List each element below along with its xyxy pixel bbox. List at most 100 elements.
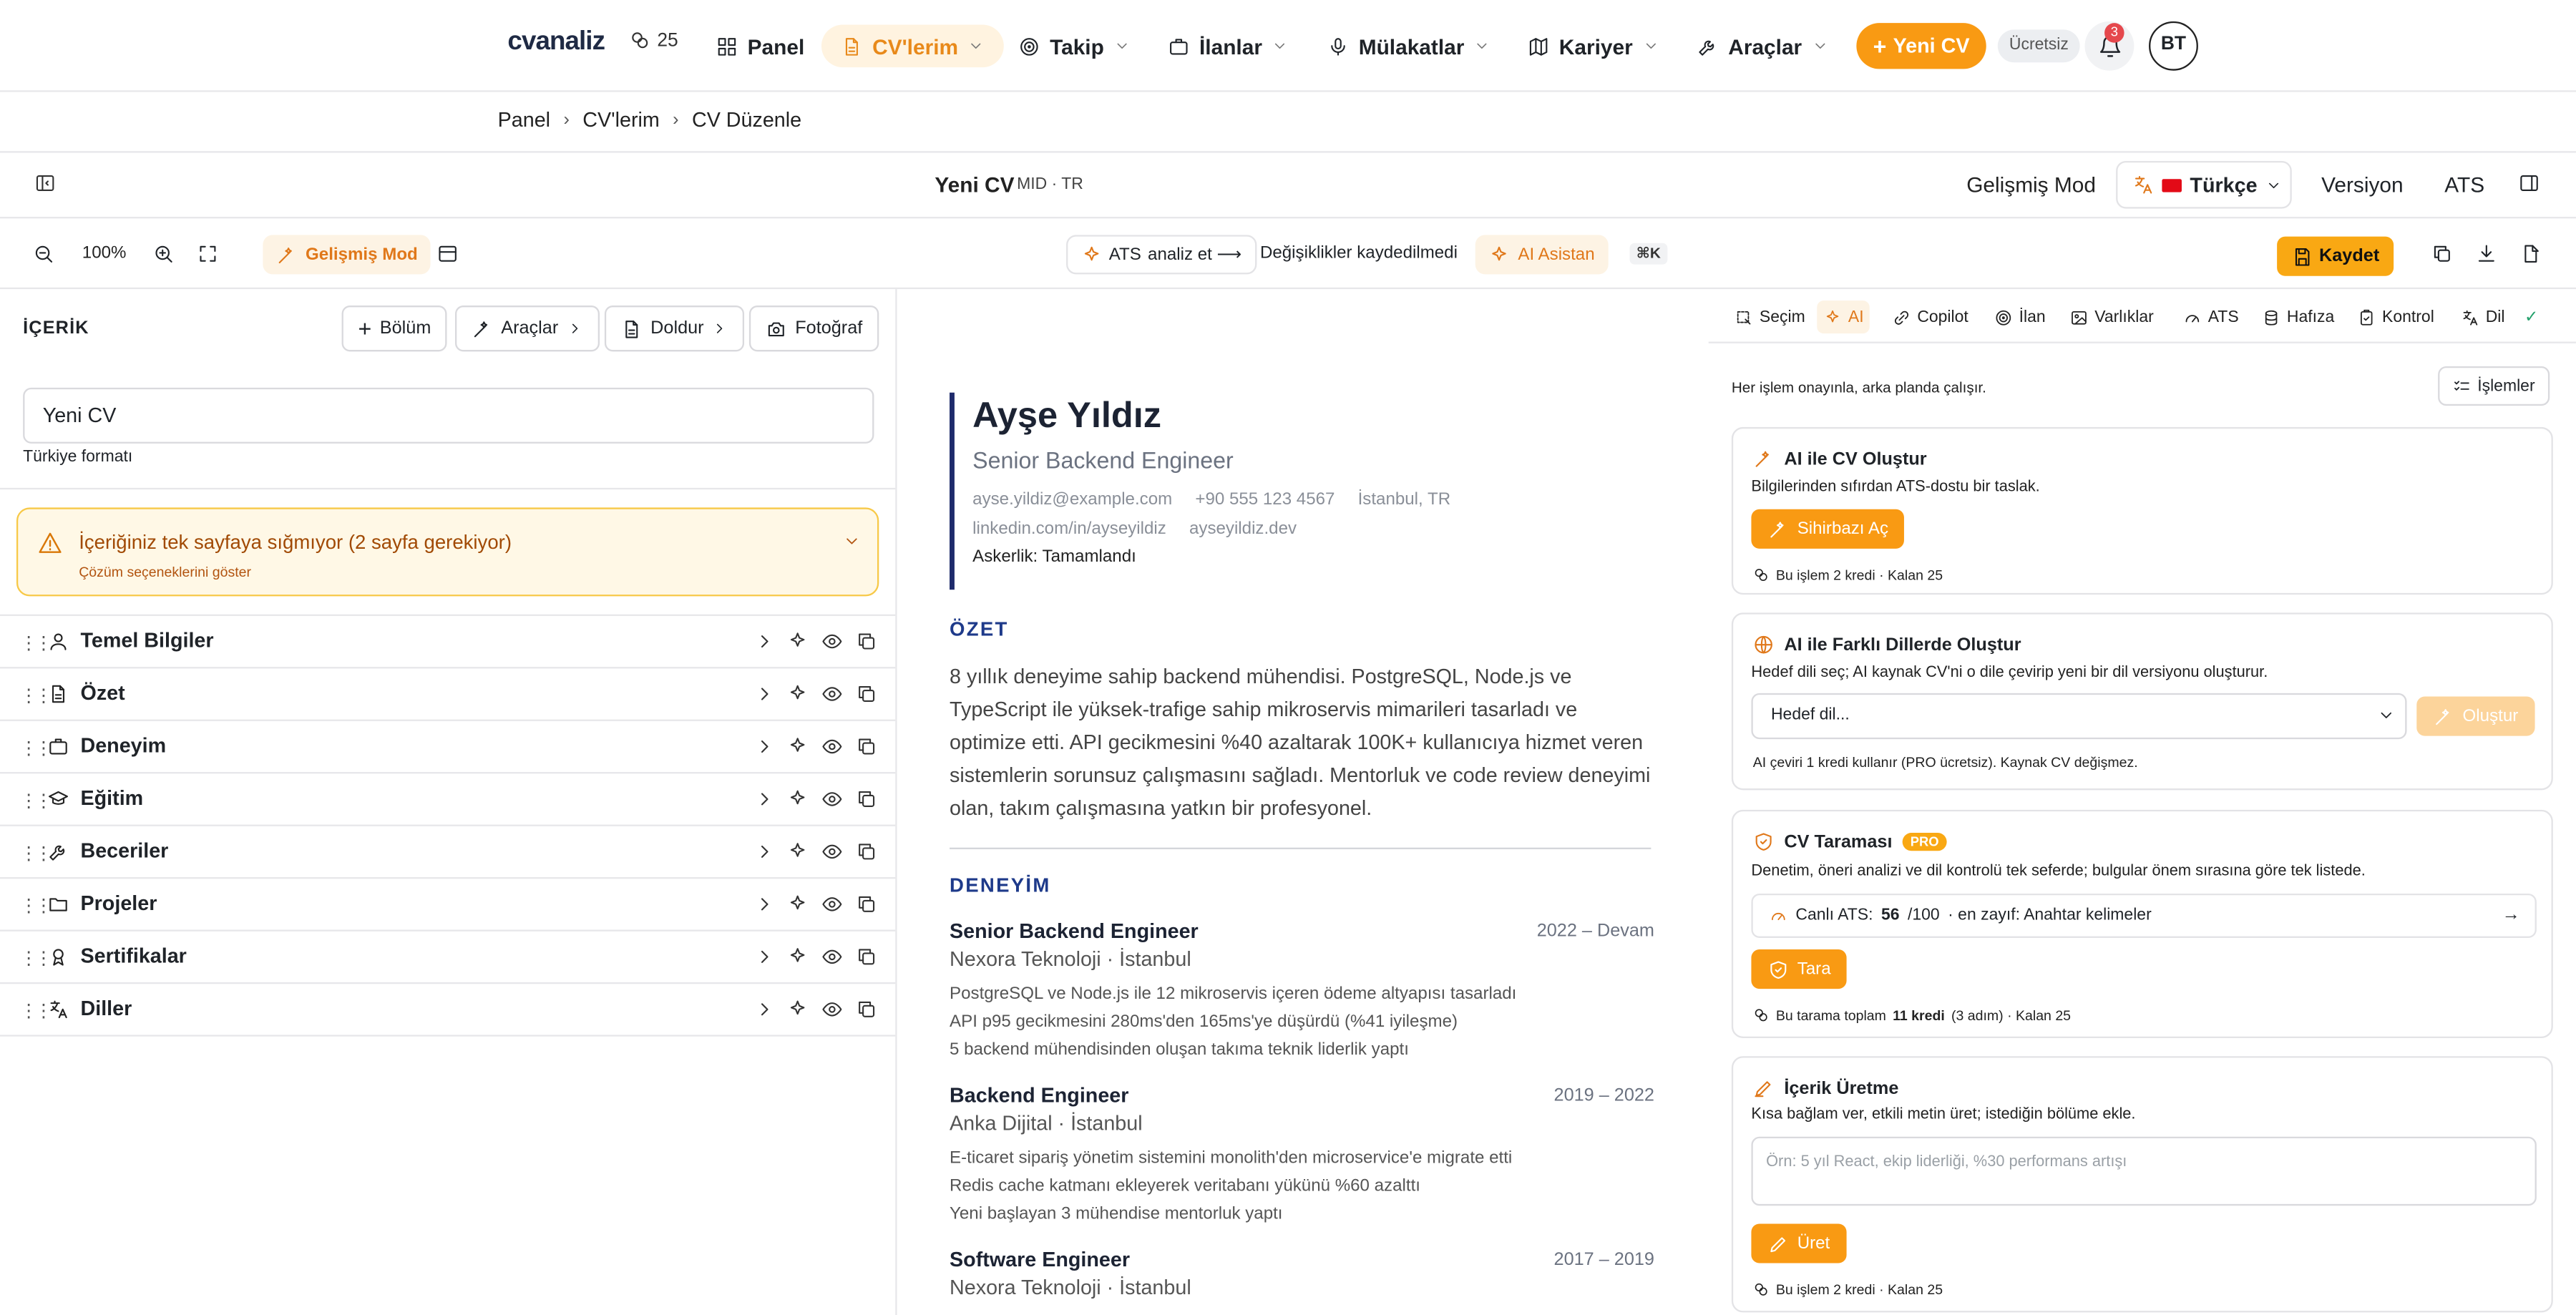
duplicate-icon[interactable] <box>856 946 877 967</box>
eye-icon[interactable] <box>821 841 843 863</box>
context-textarea[interactable]: Örn: 5 yıl React, ekip liderliği, %30 pe… <box>1751 1136 2537 1206</box>
breadcrumb-cvlerim[interactable]: CV'lerim <box>582 109 660 132</box>
drag-handle-icon[interactable]: ⋮⋮ <box>20 895 53 917</box>
duplicate-icon[interactable] <box>856 894 877 915</box>
target-language-select[interactable]: Hedef dil... <box>1751 693 2407 740</box>
section-deneyim[interactable]: ⋮⋮ Deneyim <box>0 719 896 772</box>
tab-kontrol[interactable]: Kontrol <box>2351 300 2441 333</box>
export-icon[interactable] <box>2520 243 2542 265</box>
sparkles-icon[interactable] <box>787 683 809 705</box>
download-icon[interactable] <box>2476 243 2497 265</box>
zoom-out-icon[interactable] <box>33 243 54 265</box>
sparkles-icon[interactable] <box>787 788 809 810</box>
fill-button[interactable]: Doldur <box>604 305 745 352</box>
warning-solutions-link[interactable]: Çözüm seçeneklerini göster <box>79 563 251 580</box>
tab-ilan[interactable]: İlan <box>1988 300 2052 333</box>
logo[interactable]: cvanaliz <box>507 28 605 57</box>
drag-handle-icon[interactable]: ⋮⋮ <box>20 632 53 654</box>
fullscreen-icon[interactable] <box>197 243 219 265</box>
advanced-mode-toggle[interactable]: Gelişmiş Mod <box>1966 172 2096 197</box>
language-select[interactable]: Türkçe <box>2116 160 2292 209</box>
nav-kariyer[interactable]: Kariyer <box>1528 24 1659 67</box>
chevron-right-icon[interactable] <box>754 631 776 652</box>
duplicate-icon[interactable] <box>856 788 877 810</box>
section-diller[interactable]: ⋮⋮ Diller <box>0 982 896 1037</box>
section-temel-bilgiler[interactable]: ⋮⋮ Temel Bilgiler <box>0 614 896 667</box>
ats-button[interactable]: ATS <box>2444 172 2484 197</box>
chevron-right-icon[interactable] <box>754 683 776 705</box>
translate-create-button[interactable]: Oluştur <box>2416 696 2535 736</box>
chevron-right-icon[interactable] <box>754 788 776 810</box>
eye-icon[interactable] <box>821 946 843 967</box>
tab-varliklar[interactable]: Varlıklar <box>2064 300 2160 333</box>
eye-icon[interactable] <box>821 894 843 915</box>
chevron-right-icon[interactable] <box>754 894 776 915</box>
nav-araclar[interactable]: Araçlar <box>1697 24 1828 67</box>
wizard-button[interactable]: Sihirbazı Aç <box>1751 509 1905 549</box>
eye-icon[interactable] <box>821 999 843 1020</box>
cv-preview[interactable]: Ayşe Yıldız Senior Backend Engineer ayse… <box>897 289 1709 1315</box>
ats-analyze-button[interactable]: ATS analiz et ⟶ <box>1066 235 1257 275</box>
chevron-right-icon[interactable] <box>754 841 776 863</box>
tab-hafiza[interactable]: Hafıza <box>2255 300 2341 333</box>
drag-handle-icon[interactable]: ⋮⋮ <box>20 1000 53 1022</box>
duplicate-icon[interactable] <box>856 683 877 705</box>
drag-handle-icon[interactable]: ⋮⋮ <box>20 948 53 969</box>
add-section-button[interactable]: + Bölüm <box>341 305 448 352</box>
drag-handle-icon[interactable]: ⋮⋮ <box>20 790 53 812</box>
section-projeler[interactable]: ⋮⋮ Projeler <box>0 877 896 929</box>
tools-button[interactable]: Araçlar <box>454 305 600 352</box>
version-button[interactable]: Versiyon <box>2321 172 2404 197</box>
duplicate-icon[interactable] <box>856 631 877 652</box>
chevron-right-icon[interactable] <box>754 946 776 967</box>
drag-handle-icon[interactable]: ⋮⋮ <box>20 843 53 864</box>
sparkles-icon[interactable] <box>787 841 809 863</box>
credits-counter[interactable]: 25 <box>629 29 678 51</box>
eye-icon[interactable] <box>821 631 843 652</box>
eye-icon[interactable] <box>821 736 843 758</box>
scan-button[interactable]: Tara <box>1751 949 1848 989</box>
page-overflow-warning[interactable]: İçeriğiniz tek sayfaya sığmıyor (2 sayfa… <box>16 507 879 597</box>
tab-ats[interactable]: ATS <box>2177 300 2245 333</box>
nav-cvlerim[interactable]: CV'lerim <box>821 24 1005 68</box>
duplicate-icon[interactable] <box>856 736 877 758</box>
tab-secim[interactable]: Seçim <box>1728 300 1812 333</box>
tab-ai[interactable]: AI <box>1817 300 1870 334</box>
panel-right-icon[interactable] <box>2519 172 2540 194</box>
nav-ilanlar[interactable]: İlanlar <box>1168 24 1288 67</box>
tab-dil[interactable]: Dil ✓ <box>2454 300 2545 333</box>
section-ozet[interactable]: ⋮⋮ Özet <box>0 667 896 719</box>
duplicate-icon[interactable] <box>856 841 877 863</box>
cv-name-input[interactable]: Yeni CV <box>23 387 874 444</box>
ai-assistant-button[interactable]: AI Asistan <box>1475 235 1609 275</box>
user-avatar[interactable]: BT <box>2149 21 2198 71</box>
nav-mulakatlar[interactable]: Mülakatlar <box>1327 24 1491 67</box>
chevron-right-icon[interactable] <box>754 999 776 1020</box>
breadcrumb-panel[interactable]: Panel <box>498 109 550 132</box>
layout-icon[interactable] <box>437 243 459 265</box>
copy-icon[interactable] <box>2431 243 2453 265</box>
section-egitim[interactable]: ⋮⋮ Eğitim <box>0 772 896 824</box>
nav-takip[interactable]: Takip <box>1018 24 1130 67</box>
operations-button[interactable]: İşlemler <box>2438 366 2550 406</box>
drag-handle-icon[interactable]: ⋮⋮ <box>20 738 53 759</box>
eye-icon[interactable] <box>821 683 843 705</box>
generate-button[interactable]: Üret <box>1751 1223 1847 1263</box>
nav-panel[interactable]: Panel <box>716 24 804 67</box>
save-button[interactable]: Kaydet <box>2277 236 2394 276</box>
sparkles-icon[interactable] <box>787 631 809 652</box>
live-ats-row[interactable]: Canlı ATS: 56 /100 · en zayıf: Anahtar k… <box>1751 893 2537 938</box>
chevron-right-icon[interactable] <box>754 736 776 758</box>
eye-icon[interactable] <box>821 788 843 810</box>
zoom-in-icon[interactable] <box>153 243 175 265</box>
chevron-down-icon[interactable] <box>843 532 861 550</box>
sparkles-icon[interactable] <box>787 999 809 1020</box>
tab-copilot[interactable]: Copilot <box>1886 300 1975 333</box>
photo-button[interactable]: Fotoğraf <box>748 305 879 352</box>
duplicate-icon[interactable] <box>856 999 877 1020</box>
new-cv-button[interactable]: + Yeni CV <box>1856 23 1986 69</box>
advanced-mode-button[interactable]: Gelişmiş Mod <box>263 235 431 275</box>
section-beceriler[interactable]: ⋮⋮ Beceriler <box>0 824 896 877</box>
sparkles-icon[interactable] <box>787 736 809 758</box>
sidebar-toggle-icon[interactable] <box>34 172 56 194</box>
